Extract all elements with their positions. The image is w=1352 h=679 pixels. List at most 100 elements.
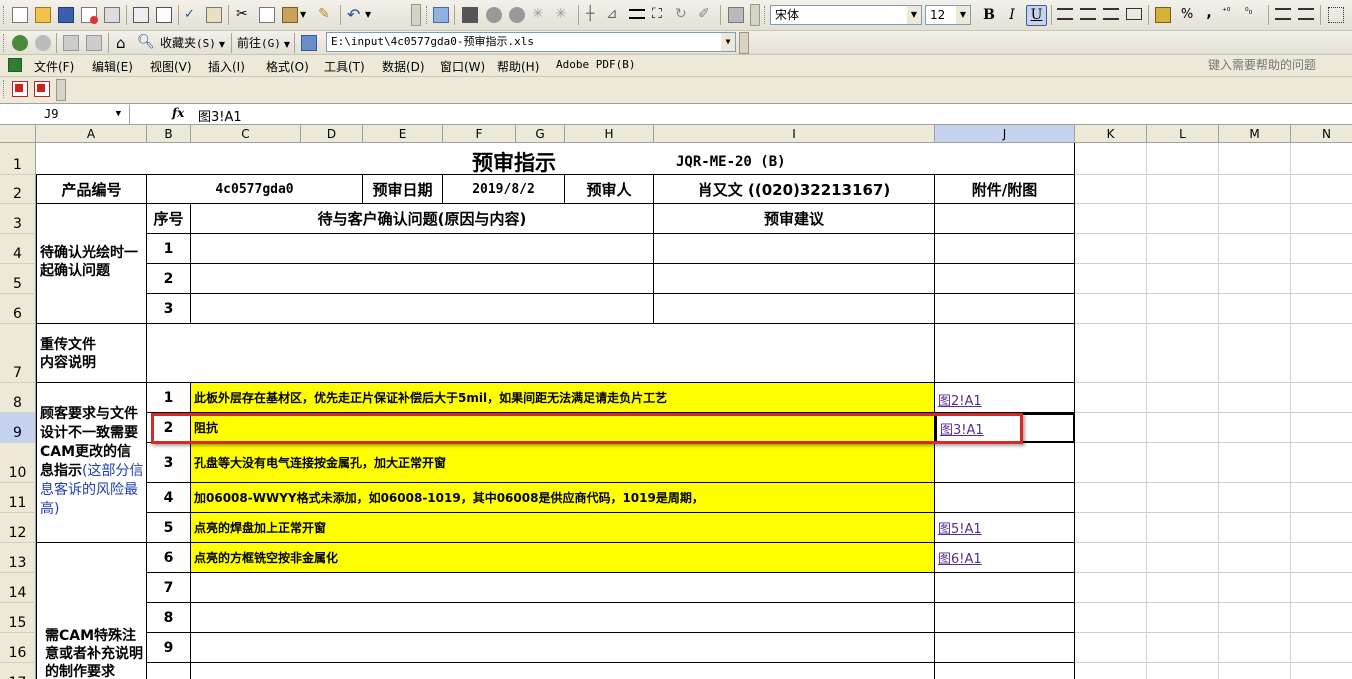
refresh-icon[interactable] [86,35,102,51]
attachment-cell[interactable] [935,204,1075,234]
sparkle-icon[interactable]: ✳ [532,6,548,22]
increase-indent-icon[interactable] [1298,8,1314,20]
chart-icon[interactable] [462,7,478,23]
pending-seq[interactable]: 3 [147,294,191,324]
toolbar-grip[interactable] [764,6,767,24]
address-bar[interactable]: E:\input\4c0577gda0-预审指示.xls ▼ [326,32,736,52]
row-header[interactable]: 15 [0,603,36,633]
align-icon[interactable]: ┼ [586,6,602,22]
attachment-cell[interactable]: 图5!A1 [935,513,1075,543]
spelling-icon[interactable]: ✓ [184,7,200,23]
paste-dropdown-icon[interactable]: ▼ [300,7,316,23]
menu-edit[interactable]: 编辑(E) [92,58,133,75]
column-header[interactable]: A [36,125,147,143]
column-header[interactable]: J [935,125,1075,143]
align-right-icon[interactable] [1103,8,1119,20]
permission-icon[interactable] [81,7,98,24]
attachment-cell[interactable] [935,294,1075,324]
column-header[interactable]: C [191,125,301,143]
select-all-corner[interactable] [0,125,36,143]
reupload-content[interactable] [147,324,935,383]
menu-tools[interactable]: 工具(T) [324,58,365,75]
row-header[interactable]: 14 [0,573,36,603]
column-header[interactable]: K [1075,125,1147,143]
underline-button[interactable]: U [1026,5,1047,26]
print-icon[interactable] [133,7,149,23]
special-seq[interactable]: 8 [147,603,191,633]
column-header[interactable]: M [1219,125,1291,143]
bold-button[interactable]: B [980,6,998,24]
toolbar-overflow-chevron[interactable] [411,4,421,26]
mismatch-text[interactable]: 加06008-WWYY格式未添加，如06008-1019，其中06008是供应商… [191,483,935,513]
menu-insert[interactable]: 插入(I) [208,58,245,75]
toolbar-grip[interactable] [3,6,6,24]
row-header[interactable]: 8 [0,383,36,413]
print-preview-icon[interactable] [156,7,172,23]
pending-seq[interactable]: 1 [147,234,191,264]
suggestion-cell[interactable] [654,294,935,324]
column-header[interactable]: D [301,125,363,143]
cut-icon[interactable]: ✂ [236,6,252,22]
menu-help[interactable]: 帮助(H) [497,58,539,75]
mismatch-text[interactable]: 点亮的方框铣空按非金属化 [191,543,935,573]
row-header[interactable]: 16 [0,633,36,663]
menu-adobe-pdf[interactable]: Adobe PDF(B) [556,58,635,71]
email-icon[interactable] [104,7,120,23]
product-no-label[interactable]: 产品编号 [36,175,147,204]
attachment-link[interactable]: 图2!A1 [938,390,982,409]
insert-function-icon[interactable]: fx [172,106,184,120]
menu-format[interactable]: 格式(O) [266,58,309,75]
suggestion-cell[interactable] [654,234,935,264]
show-web-toolbar-icon[interactable] [301,35,317,51]
title-cell[interactable]: 预审指示 JQR-ME-20 (B) [36,143,1075,175]
increase-decimal-icon[interactable]: ⁺⁰ [1222,7,1238,23]
special-text[interactable] [191,603,935,633]
column-header[interactable]: E [363,125,443,143]
pdf-email-icon[interactable] [34,81,50,97]
column-header[interactable]: L [1147,125,1219,143]
align-left-icon[interactable] [1057,8,1073,20]
row-header[interactable]: 7 [0,324,36,383]
attachment-label[interactable]: 附件/附图 [935,175,1075,204]
name-box[interactable]: J9 ▼ [0,105,130,124]
mismatch-seq[interactable]: 1 [147,383,191,413]
special-seq[interactable]: 7 [147,573,191,603]
attachment-cell[interactable] [935,633,1075,663]
mismatch-group-label[interactable]: 顾客要求与文件设计不一致需要CAM更改的信息指示(这部分信息客诉的风险最高) [36,383,147,543]
row-header[interactable]: 9 [0,413,36,443]
attachment-cell[interactable] [935,234,1075,264]
mismatch-seq[interactable]: 3 [147,443,191,483]
menu-data[interactable]: 数据(D) [382,58,425,75]
attachment-cell[interactable] [935,264,1075,294]
special-text[interactable] [191,663,935,679]
question-header[interactable]: 待与客户确认问题(原因与内容) [191,204,654,234]
mismatch-seq[interactable]: 5 [147,513,191,543]
decrease-indent-icon[interactable] [1275,8,1291,20]
column-header[interactable]: B [147,125,191,143]
toolbar-overflow-chevron[interactable] [739,32,749,54]
stop-icon[interactable] [63,35,79,51]
attachment-cell[interactable] [935,443,1075,483]
forward-icon[interactable] [35,35,51,51]
pending-seq[interactable]: 2 [147,264,191,294]
reviewer-value[interactable]: 肖又文 ((020)32213167) [654,175,935,204]
special-group-cell[interactable]: 需CAM特殊注意或者补充说明的制作要求 [36,543,147,679]
sparkle-icon[interactable]: ✳ [555,6,571,22]
help-question-input[interactable] [1208,56,1342,74]
seq-header[interactable]: 序号 [147,204,191,234]
object-icon[interactable] [728,7,744,23]
question-cell[interactable] [191,264,654,294]
attachment-cell[interactable] [935,324,1075,383]
mismatch-seq[interactable]: 4 [147,483,191,513]
shape-icon[interactable] [509,7,525,23]
row-header[interactable]: 4 [0,234,36,264]
reviewer-label[interactable]: 预审人 [565,175,654,204]
format-painter-icon[interactable]: ✎ [318,6,334,22]
attachment-cell[interactable]: 图6!A1 [935,543,1075,573]
question-cell[interactable] [191,234,654,264]
attachment-cell[interactable] [935,603,1075,633]
favorites-menu[interactable]: 收藏夹(S) ▼ [160,34,225,51]
font-name-select[interactable]: 宋体 ▼ [770,5,922,25]
circle-shape-icon[interactable] [486,7,502,23]
save-icon[interactable] [58,7,74,23]
